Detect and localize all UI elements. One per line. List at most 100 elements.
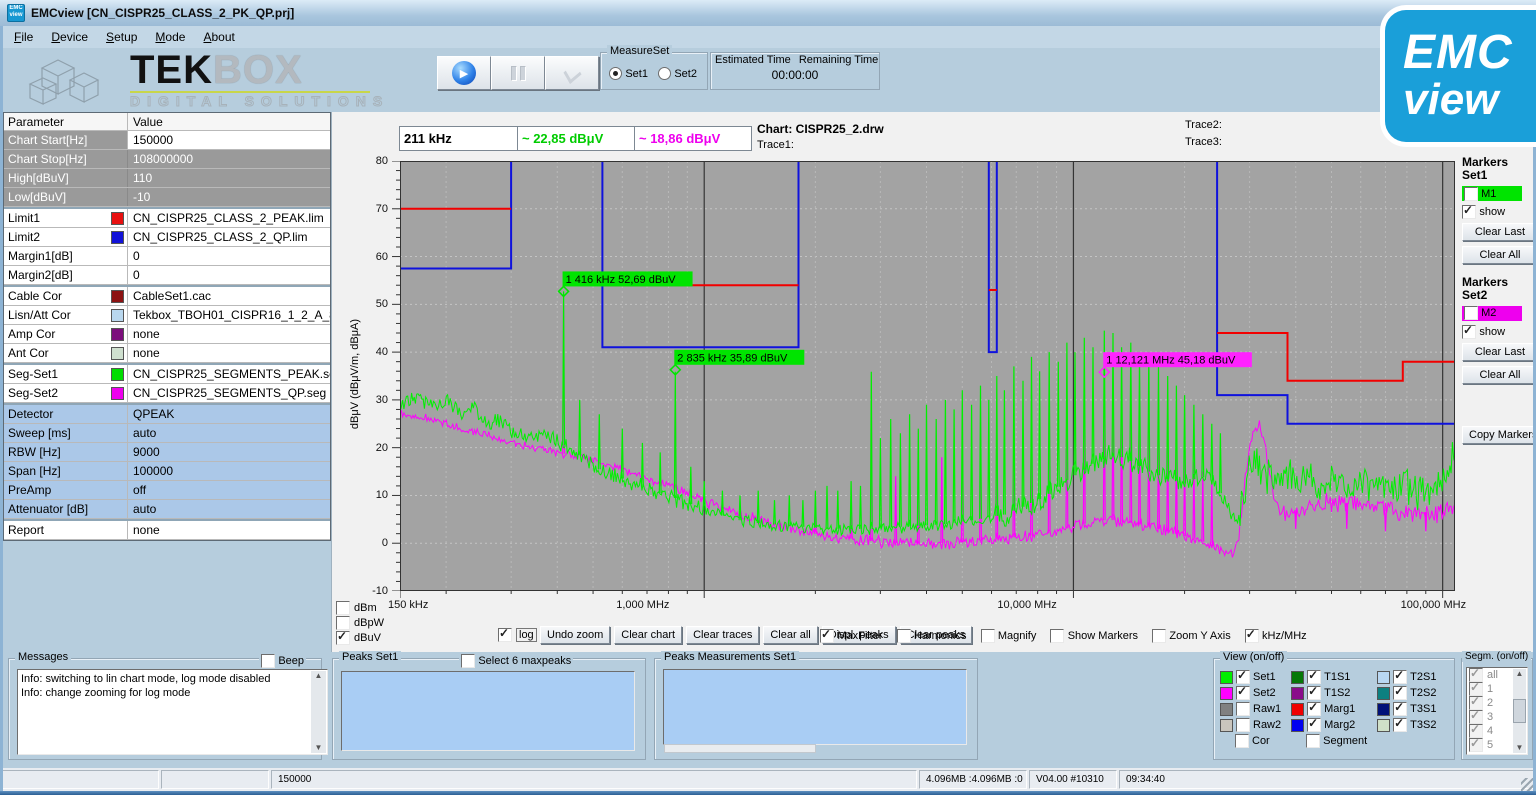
param-value[interactable]: QPEAK bbox=[128, 405, 330, 423]
markers-set2-show-checkbox[interactable]: show bbox=[1462, 324, 1530, 339]
param-row-amp-cor[interactable]: Amp Cornone bbox=[4, 325, 330, 344]
view-toggle-cor[interactable]: Cor bbox=[1220, 733, 1281, 749]
menu-item-mode[interactable]: Mode bbox=[149, 28, 197, 47]
param-value[interactable]: -10 bbox=[128, 188, 330, 206]
param-value[interactable]: off bbox=[128, 481, 330, 499]
param-row-margin2-db-[interactable]: Margin2[dB]0 bbox=[4, 266, 330, 285]
measureset-set2-radio[interactable]: Set2 bbox=[658, 66, 697, 80]
view-toggle-raw2[interactable]: Raw2 bbox=[1220, 717, 1281, 733]
set1-clear-all-button[interactable]: Clear All bbox=[1462, 246, 1536, 264]
view-toggle-set1[interactable]: Set1 bbox=[1220, 669, 1281, 685]
messages-scrollbar[interactable]: ▲▼ bbox=[311, 671, 326, 753]
param-row-chart-stop-hz-[interactable]: Chart Stop[Hz]108000000 bbox=[4, 150, 330, 169]
menu-item-device[interactable]: Device bbox=[45, 28, 100, 47]
marker-m2-field[interactable]: M2 bbox=[1462, 306, 1522, 321]
log-checkbox[interactable]: log bbox=[498, 628, 537, 642]
segm-listbox[interactable]: ▲▼ all12345 bbox=[1466, 667, 1528, 755]
segm-scrollbar[interactable]: ▲▼ bbox=[1513, 669, 1526, 753]
beep-checkbox[interactable]: Beep bbox=[259, 653, 306, 668]
clear-chart-button[interactable]: Clear chart bbox=[614, 626, 682, 644]
param-value[interactable]: 110 bbox=[128, 169, 330, 187]
stop-button[interactable] bbox=[545, 56, 599, 90]
view-toggle-set2[interactable]: Set2 bbox=[1220, 685, 1281, 701]
param-row-limit2[interactable]: Limit2CN_CISPR25_CLASS_2_QP.lim bbox=[4, 228, 330, 247]
view-toggle-marg2[interactable]: Marg2 bbox=[1291, 717, 1367, 733]
param-value[interactable]: 0 bbox=[128, 266, 330, 284]
param-row-detector[interactable]: DetectorQPEAK bbox=[4, 403, 330, 424]
pause-button[interactable] bbox=[491, 56, 545, 90]
title-bar[interactable]: EMCview EMCview [CN_CISPR25_CLASS_2_PK_Q… bbox=[0, 0, 1536, 27]
param-row-low-dbuv-[interactable]: Low[dBuV]-10 bbox=[4, 188, 330, 207]
undo-zoom-button[interactable]: Undo zoom bbox=[540, 626, 610, 644]
param-value[interactable]: auto bbox=[128, 500, 330, 518]
param-row-ant-cor[interactable]: Ant Cornone bbox=[4, 344, 330, 363]
option-zoom-y-axis[interactable]: Zoom Y Axis bbox=[1152, 628, 1231, 643]
clear-traces-button[interactable]: Clear traces bbox=[686, 626, 759, 644]
set1-clear-last-button[interactable]: Clear Last bbox=[1462, 223, 1536, 241]
menu-item-file[interactable]: File bbox=[8, 28, 45, 47]
param-row-rbw-hz-[interactable]: RBW [Hz]9000 bbox=[4, 443, 330, 462]
param-row-seg-set1[interactable]: Seg-Set1CN_CISPR25_SEGMENTS_PEAK.seg bbox=[4, 363, 330, 384]
param-value[interactable]: CN_CISPR25_SEGMENTS_QP.seg bbox=[128, 384, 330, 402]
messages-listbox[interactable]: ▲▼ Info: switching to lin chart mode, lo… bbox=[17, 669, 328, 755]
param-value[interactable]: Tekbox_TBOH01_CISPR16_1_2_A_8.lsc bbox=[128, 306, 330, 324]
param-value[interactable]: CableSet1.cac bbox=[128, 287, 330, 305]
view-toggle-t2s2[interactable]: T2S2 bbox=[1377, 685, 1436, 701]
markers-set1-show-checkbox[interactable]: show bbox=[1462, 204, 1530, 219]
measureset-set1-radio[interactable]: Set1 bbox=[609, 66, 648, 80]
peaks-set1-listbox[interactable] bbox=[341, 671, 635, 751]
view-toggle-t3s1[interactable]: T3S1 bbox=[1377, 701, 1436, 717]
clear-all-button[interactable]: Clear all bbox=[763, 626, 817, 644]
param-value[interactable]: CN_CISPR25_CLASS_2_PEAK.lim bbox=[128, 209, 330, 227]
peaks-measurements-hscrollbar[interactable] bbox=[664, 744, 816, 753]
param-row-seg-set2[interactable]: Seg-Set2CN_CISPR25_SEGMENTS_QP.seg bbox=[4, 384, 330, 403]
unit-checkbox-dbm[interactable]: dBm bbox=[336, 600, 384, 615]
param-value[interactable]: 150000 bbox=[128, 131, 330, 149]
set2-clear-all-button[interactable]: Clear All bbox=[1462, 366, 1536, 384]
menu-item-about[interactable]: About bbox=[197, 28, 246, 47]
param-value[interactable]: 9000 bbox=[128, 443, 330, 461]
view-toggle-t2s1[interactable]: T2S1 bbox=[1377, 669, 1436, 685]
param-row-lisn-att-cor[interactable]: Lisn/Att CorTekbox_TBOH01_CISPR16_1_2_A_… bbox=[4, 306, 330, 325]
param-row-high-dbuv-[interactable]: High[dBuV]110 bbox=[4, 169, 330, 188]
param-value[interactable]: 0 bbox=[128, 247, 330, 265]
param-row-margin1-db-[interactable]: Margin1[dB]0 bbox=[4, 247, 330, 266]
option-khz-mhz[interactable]: kHz/MHz bbox=[1245, 628, 1307, 643]
view-toggle-t1s1[interactable]: T1S1 bbox=[1291, 669, 1367, 685]
unit-checkbox-dbuv[interactable]: dBuV bbox=[336, 630, 384, 645]
option-show-markers[interactable]: Show Markers bbox=[1050, 628, 1138, 643]
param-value[interactable]: none bbox=[128, 325, 330, 343]
marker-m1-field[interactable]: M1 bbox=[1462, 186, 1522, 201]
peaks-measurements-listbox[interactable] bbox=[663, 669, 967, 745]
param-row-preamp[interactable]: PreAmpoff bbox=[4, 481, 330, 500]
param-value[interactable]: CN_CISPR25_CLASS_2_QP.lim bbox=[128, 228, 330, 246]
set2-clear-last-button[interactable]: Clear Last bbox=[1462, 343, 1536, 361]
view-toggle-t1s2[interactable]: T1S2 bbox=[1291, 685, 1367, 701]
param-value[interactable]: 100000 bbox=[128, 462, 330, 480]
run-button[interactable]: ▶ bbox=[437, 56, 491, 90]
select6-checkbox[interactable]: Select 6 maxpeaks bbox=[459, 653, 573, 668]
option-maxfilter[interactable]: MaxFilter bbox=[820, 628, 883, 643]
param-row-sweep-ms-[interactable]: Sweep [ms]auto bbox=[4, 424, 330, 443]
param-value[interactable]: auto bbox=[128, 424, 330, 442]
param-value[interactable]: CN_CISPR25_SEGMENTS_PEAK.seg bbox=[128, 365, 330, 383]
copy-markers-button[interactable]: Copy Markers bbox=[1462, 426, 1536, 444]
param-value[interactable]: none bbox=[128, 344, 330, 362]
param-value[interactable]: 108000000 bbox=[128, 150, 330, 168]
param-row-chart-start-hz-[interactable]: Chart Start[Hz]150000 bbox=[4, 131, 330, 150]
spectrum-plot[interactable]: 1 416 kHz 52,69 dBuV2 835 kHz 35,89 dBuV… bbox=[400, 161, 1455, 591]
view-toggle-raw1[interactable]: Raw1 bbox=[1220, 701, 1281, 717]
view-toggle-t3s2[interactable]: T3S2 bbox=[1377, 717, 1436, 733]
param-row-report[interactable]: Reportnone bbox=[4, 519, 330, 540]
view-toggle-segment[interactable]: Segment bbox=[1291, 733, 1367, 749]
option-harmonics[interactable]: Harmonics bbox=[897, 628, 967, 643]
menu-item-setup[interactable]: Setup bbox=[100, 28, 149, 47]
param-value[interactable]: none bbox=[128, 521, 330, 539]
param-row-cable-cor[interactable]: Cable CorCableSet1.cac bbox=[4, 285, 330, 306]
param-row-span-hz-[interactable]: Span [Hz]100000 bbox=[4, 462, 330, 481]
view-toggle-marg1[interactable]: Marg1 bbox=[1291, 701, 1367, 717]
param-row-limit1[interactable]: Limit1CN_CISPR25_CLASS_2_PEAK.lim bbox=[4, 207, 330, 228]
cursor-frequency-field[interactable]: 211 kHz bbox=[399, 126, 518, 151]
option-magnify[interactable]: Magnify bbox=[981, 628, 1037, 643]
param-row-attenuator-db-[interactable]: Attenuator [dB]auto bbox=[4, 500, 330, 519]
